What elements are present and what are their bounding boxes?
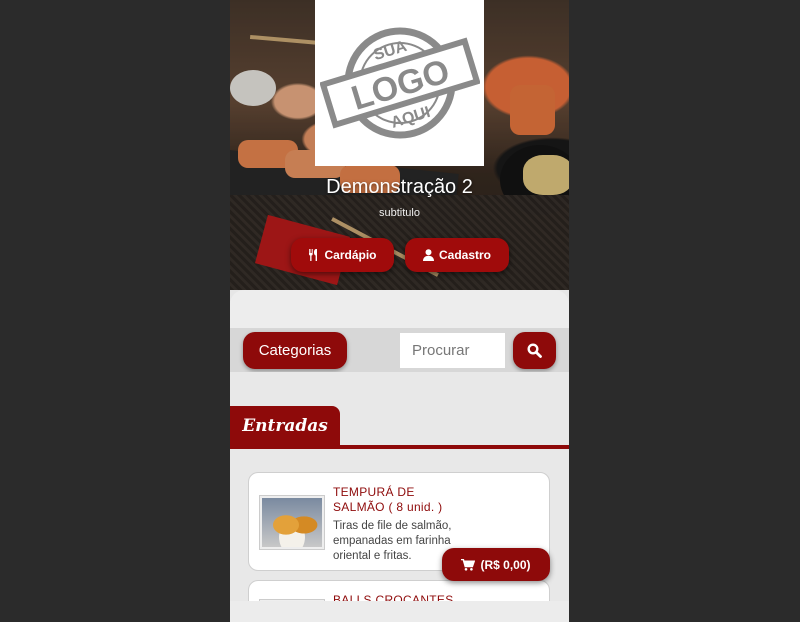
cart-button[interactable]: (R$ 0,00) [442, 548, 550, 581]
item-name: TEMPURÁ DE SALMÃO ( 8 unid. ) [333, 485, 443, 514]
register-button-label: Cadastro [438, 248, 491, 262]
item-thumbnail [259, 495, 325, 550]
register-button[interactable]: Cadastro [405, 238, 509, 272]
search-button[interactable] [513, 332, 556, 369]
logo-badge: LOGO SUA AQUI [319, 27, 480, 139]
cart-icon [461, 558, 476, 571]
restaurant-subtitle: subtitulo [379, 207, 420, 219]
menu-button[interactable]: Cardápio [291, 238, 394, 272]
categories-button[interactable]: Categorias [243, 332, 347, 369]
fork-knife-icon [309, 249, 318, 261]
content-panel [230, 290, 569, 330]
search-input[interactable] [400, 333, 505, 368]
user-icon [422, 249, 434, 261]
cart-total: (R$ 0,00) [480, 557, 531, 572]
mobile-frame: LOGO SUA AQUI Demonstração 2 subtitulo C… [230, 0, 569, 622]
restaurant-title: Demonstração 2 [326, 176, 473, 198]
section-divider [230, 445, 569, 449]
logo: LOGO SUA AQUI [315, 0, 484, 166]
search-icon [527, 343, 542, 358]
bottom-bar [230, 601, 569, 622]
section-title: Entradas [230, 406, 340, 446]
menu-button-label: Cardápio [324, 248, 377, 262]
